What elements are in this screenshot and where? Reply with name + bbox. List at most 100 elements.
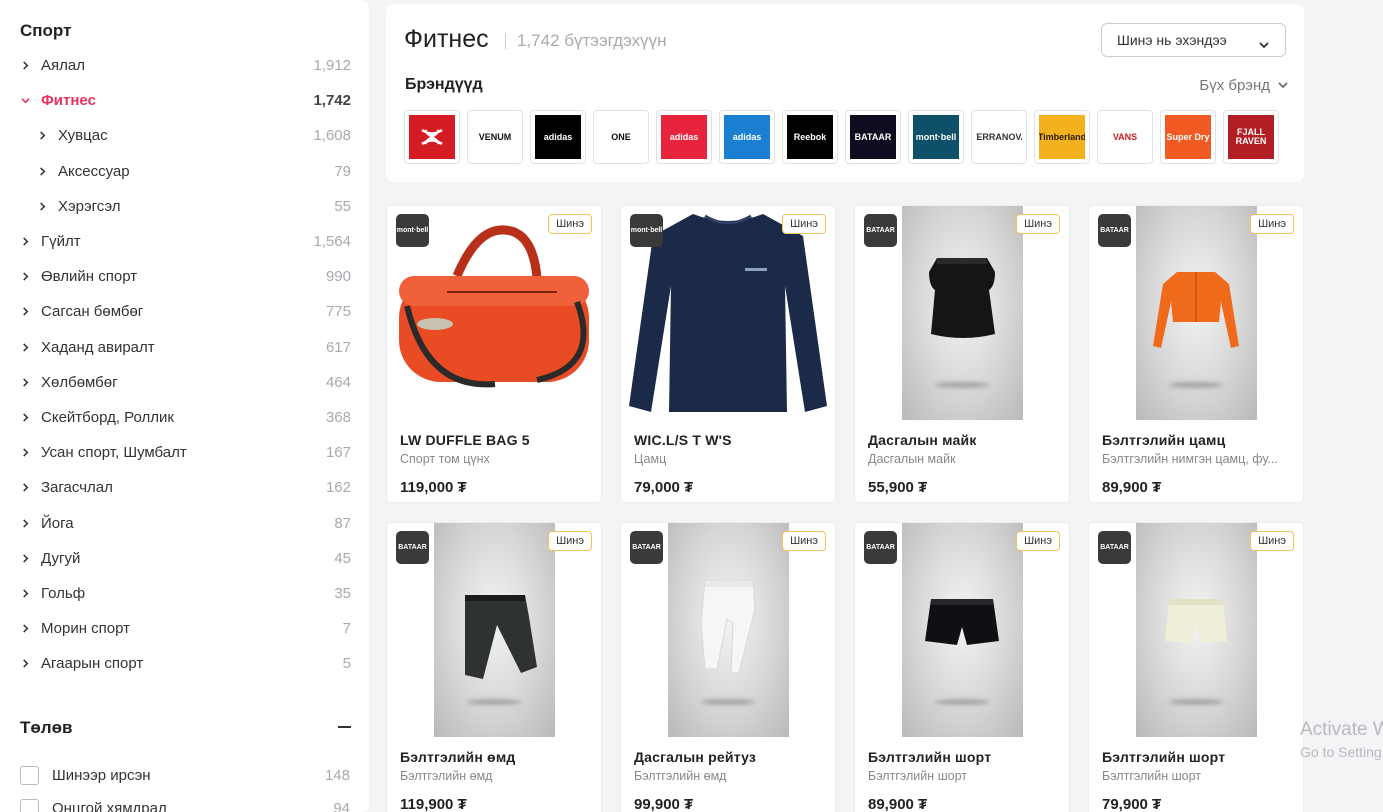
product-name[interactable]: Бэлтгэлийн шорт — [868, 749, 991, 765]
product-name[interactable]: Бэлтгэлийн өмд — [400, 749, 515, 765]
brand-logo-tile[interactable]: BATAAR — [845, 110, 901, 164]
product-card[interactable]: BATAAR Шинэ Дасгалын рейтуз Бэлтгэлийн өмд 9… — [620, 522, 836, 812]
category-label: Йога — [41, 514, 74, 532]
product-price: 99,900 ₮ — [634, 796, 694, 812]
brand-logo: ONE — [598, 115, 644, 159]
brand-logo-tile[interactable]: ONE — [593, 110, 649, 164]
chevron-right-icon — [20, 377, 30, 387]
category-label: Гүйлт — [41, 233, 81, 251]
brand-badge: BATAAR — [864, 531, 897, 564]
new-badge: Шинэ — [548, 531, 592, 551]
sidebar-category[interactable]: Фитнес 1,742 — [0, 83, 369, 118]
under-armour-logo-icon — [421, 128, 443, 146]
sidebar-category[interactable]: Морин спорт 7 — [0, 611, 369, 646]
category-label: Загасчлал — [41, 479, 113, 497]
brand-logo-tile[interactable]: Reebok — [782, 110, 838, 164]
product-subtitle: Бэлтгэлийн нимгэн цамц, фу... — [1102, 452, 1278, 466]
sidebar-category[interactable]: Хаданд авиралт 617 — [0, 330, 369, 365]
product-name[interactable]: Дасгалын майк — [868, 432, 977, 448]
sidebar-category[interactable]: Хөлбөмбөг 464 — [0, 365, 369, 400]
chevron-right-icon — [37, 201, 47, 211]
product-card[interactable]: BATAAR Шинэ Бэлтгэлийн өмд Бэлтгэлийн өмд 11… — [386, 522, 602, 812]
brand-logo-tile[interactable]: FJALL RAVEN — [1223, 110, 1279, 164]
brand-logo: BATAAR — [850, 115, 896, 159]
new-badge: Шинэ — [782, 531, 826, 551]
chevron-right-icon — [37, 131, 47, 141]
sidebar-category[interactable]: Усан спорт, Шумбалт 167 — [0, 435, 369, 470]
product-card[interactable]: BATAAR Шинэ Дасгалын майк Дасгалын майк 55,9… — [854, 205, 1070, 503]
category-label: Усан спорт, Шумбалт — [41, 444, 187, 462]
sidebar-category[interactable]: Аксессуар 79 — [0, 154, 369, 189]
sort-value: Шинэ нь эхэндээ — [1117, 32, 1227, 48]
product-name[interactable]: LW DUFFLE BAG 5 — [400, 432, 530, 448]
chevron-right-icon — [20, 448, 30, 458]
category-label: Морин спорт — [41, 620, 131, 638]
category-header: Фитнес 1,742 бүтээгдэхүүн Шинэ нь эхэндэ… — [386, 4, 1304, 182]
brand-logo-tile[interactable]: adidas — [719, 110, 775, 164]
brand-badge: BATAAR — [630, 531, 663, 564]
category-count: 35 — [334, 584, 351, 602]
product-name[interactable]: WIC.L/S T W'S — [634, 432, 732, 448]
sidebar-category[interactable]: Скейтборд, Роллик 368 — [0, 400, 369, 435]
brand-logo-row: VENUM adidas ONE adidas adidas Reebok BATAAR mo… — [404, 110, 1279, 164]
category-label: Аксессуар — [58, 162, 130, 180]
category-count: 464 — [325, 373, 351, 391]
new-badge: Шинэ — [1016, 531, 1060, 551]
brand-logo — [409, 115, 455, 159]
brand-logo-tile[interactable]: adidas — [656, 110, 712, 164]
brand-logo-tile[interactable]: VANS — [1097, 110, 1153, 164]
brand-logo-tile[interactable]: mont·bell — [908, 110, 964, 164]
status-option-new[interactable]: Шинээр ирсэн 148 — [20, 764, 350, 786]
sidebar-category[interactable]: Аялал 1,912 — [0, 48, 369, 83]
chevron-down-icon — [1278, 82, 1288, 89]
brand-logo-tile[interactable]: VENUM — [467, 110, 523, 164]
sidebar-category[interactable]: Хувцас 1,608 — [0, 118, 369, 153]
all-brands-toggle[interactable]: Бүх брэнд — [1199, 77, 1288, 94]
product-name[interactable]: Бэлтгэлийн цамц — [1102, 432, 1225, 448]
status-filter-title: Төлөв — [20, 718, 73, 737]
checkbox[interactable] — [20, 798, 39, 812]
sidebar-category[interactable]: Хэрэгсэл 55 — [0, 189, 369, 224]
category-count: 5 — [342, 655, 351, 673]
sidebar-category[interactable]: Йога 87 — [0, 505, 369, 540]
category-label: Хаданд авиралт — [41, 338, 155, 356]
sidebar-category[interactable]: Сагсан бөмбөг 775 — [0, 294, 369, 329]
brand-logo-tile[interactable]: Timberland — [1034, 110, 1090, 164]
sort-dropdown[interactable]: Шинэ нь эхэндээ — [1101, 23, 1286, 57]
chevron-right-icon — [20, 483, 30, 493]
product-card[interactable]: BATAAR Шинэ Бэлтгэлийн шорт Бэлтгэлийн шорт… — [1088, 522, 1304, 812]
brand-logo: Super Dry — [1165, 115, 1211, 159]
product-name[interactable]: Бэлтгэлийн шорт — [1102, 749, 1225, 765]
collapse-minus-icon[interactable] — [338, 726, 351, 728]
sidebar-category[interactable]: Загасчлал 162 — [0, 470, 369, 505]
product-price: 55,900 ₮ — [868, 479, 928, 496]
category-count: 1,564 — [313, 233, 351, 251]
watermark-line: Activate W — [1300, 719, 1383, 740]
brand-logo: adidas — [661, 115, 707, 159]
sidebar-category[interactable]: Агаарын спорт 5 — [0, 646, 369, 681]
sidebar-category[interactable]: Дугуй 45 — [0, 541, 369, 576]
product-card[interactable]: mont·bell Шинэ LW DUFFLE BAG 5 Спорт том цү… — [386, 205, 602, 503]
product-card[interactable]: BATAAR Шинэ Бэлтгэлийн цамц Бэлтгэлийн нимг… — [1088, 205, 1304, 503]
sidebar-category[interactable]: Гүйлт 1,564 — [0, 224, 369, 259]
brand-logo-tile[interactable]: TERRANOVA — [971, 110, 1027, 164]
product-card[interactable]: mont·bell Шинэ WIC.L/S T W'S Цамц 79,000 ₮ — [620, 205, 836, 503]
brand-logo-tile[interactable] — [404, 110, 460, 164]
chevron-right-icon — [20, 659, 30, 669]
sidebar-category[interactable]: Гольф 35 — [0, 576, 369, 611]
brand-badge: BATAAR — [864, 214, 897, 247]
product-subtitle: Спорт том цүнх — [400, 452, 490, 466]
product-name[interactable]: Дасгалын рейтуз — [634, 749, 756, 765]
category-count: 1,608 — [313, 127, 351, 145]
windows-activation-watermark: Activate W Go to Setting — [1300, 719, 1383, 760]
status-option-sale[interactable]: Онцгой хямдрал 94 — [20, 797, 350, 812]
chevron-down-icon — [20, 96, 30, 106]
brand-logo-tile[interactable]: adidas — [530, 110, 586, 164]
sidebar-category[interactable]: Өвлийн спорт 990 — [0, 259, 369, 294]
chevron-right-icon — [20, 307, 30, 317]
new-badge: Шинэ — [782, 214, 826, 234]
product-card[interactable]: BATAAR Шинэ Бэлтгэлийн шорт Бэлтгэлийн шорт… — [854, 522, 1070, 812]
brand-logo-tile[interactable]: Super Dry — [1160, 110, 1216, 164]
category-label: Хувцас — [58, 127, 108, 145]
checkbox[interactable] — [20, 765, 39, 785]
